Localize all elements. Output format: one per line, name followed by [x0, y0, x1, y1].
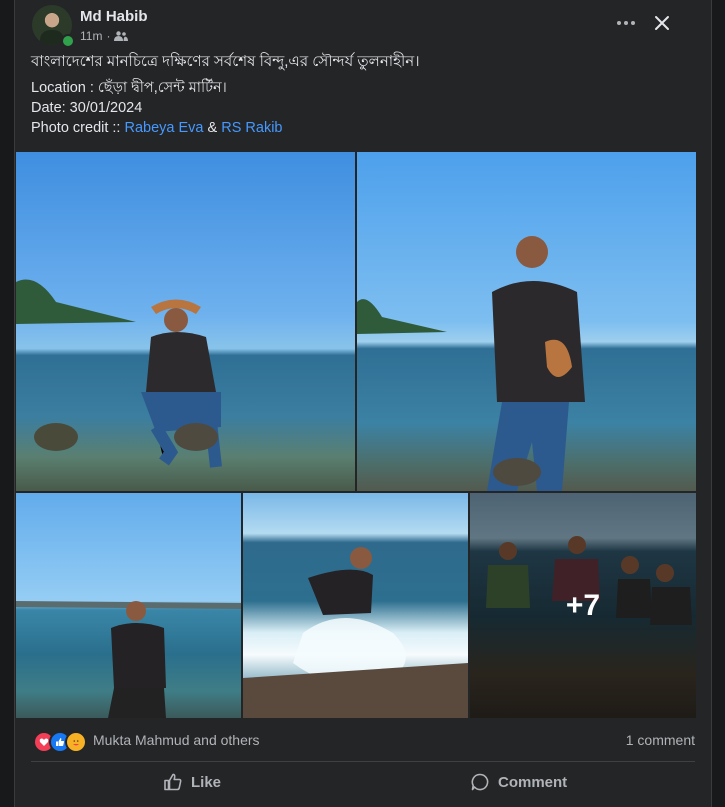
post-text: বাংলাদেশের মানচিত্রে দক্ষিণের সর্বশেষ বি…	[31, 52, 691, 138]
like-label: Like	[191, 773, 222, 791]
photo-4[interactable]	[243, 493, 468, 718]
like-button[interactable]: Like	[163, 762, 221, 802]
post-date: Date: 30/01/2024	[31, 100, 143, 116]
close-icon[interactable]	[649, 10, 675, 36]
reaction-summary[interactable]: Mukta Mahmud and others	[93, 732, 260, 748]
thumbs-up-icon	[164, 773, 182, 791]
more-photos-overlay[interactable]: +7	[470, 493, 696, 718]
separator-dot: ·	[106, 29, 111, 43]
comment-bubble-icon	[471, 773, 489, 791]
more-photos-count: +7	[565, 588, 601, 622]
photo-1[interactable]	[16, 152, 355, 491]
credit-prefix: Photo credit ::	[31, 120, 125, 136]
reaction-icons[interactable]	[33, 731, 93, 753]
photo-3[interactable]	[16, 493, 241, 718]
more-options-icon[interactable]	[613, 10, 639, 36]
post-location: Location : ছেঁড়া দ্বীপ,সেন্ট মার্টিন।	[31, 80, 227, 96]
photo-credit: Photo credit :: Rabeya Eva & RS Rakib	[31, 118, 691, 138]
credit-link-2[interactable]: RS Rakib	[221, 120, 282, 136]
post-meta: 11m ·	[80, 29, 129, 43]
care-icon	[65, 731, 87, 753]
post-caption: বাংলাদেশের মানচিত্রে দক্ষিণের সর্বশেষ বি…	[31, 53, 420, 70]
reactions-bar: Mukta Mahmud and others 1 comment	[15, 720, 711, 760]
credit-and: &	[203, 120, 222, 136]
comment-count[interactable]: 1 comment	[626, 732, 695, 748]
photo-2[interactable]	[357, 152, 696, 491]
comment-button[interactable]: Comment	[470, 762, 567, 802]
photo-grid: +7	[15, 151, 711, 720]
online-status-dot	[61, 34, 75, 48]
friends-audience-icon[interactable]	[114, 31, 129, 41]
author-name[interactable]: Md Habib	[80, 8, 148, 25]
credit-link-1[interactable]: Rabeya Eva	[125, 120, 204, 136]
post-time[interactable]: 11m	[80, 29, 102, 43]
post-header: Md Habib 11m ·	[15, 0, 711, 50]
post-card: Md Habib 11m · বাংলাদেশের মানচিত্রে দক্ষ…	[14, 0, 712, 807]
photo-5-more[interactable]: +7	[470, 493, 696, 718]
comment-label: Comment	[498, 773, 568, 791]
post-actions: Like Comment	[15, 762, 711, 802]
